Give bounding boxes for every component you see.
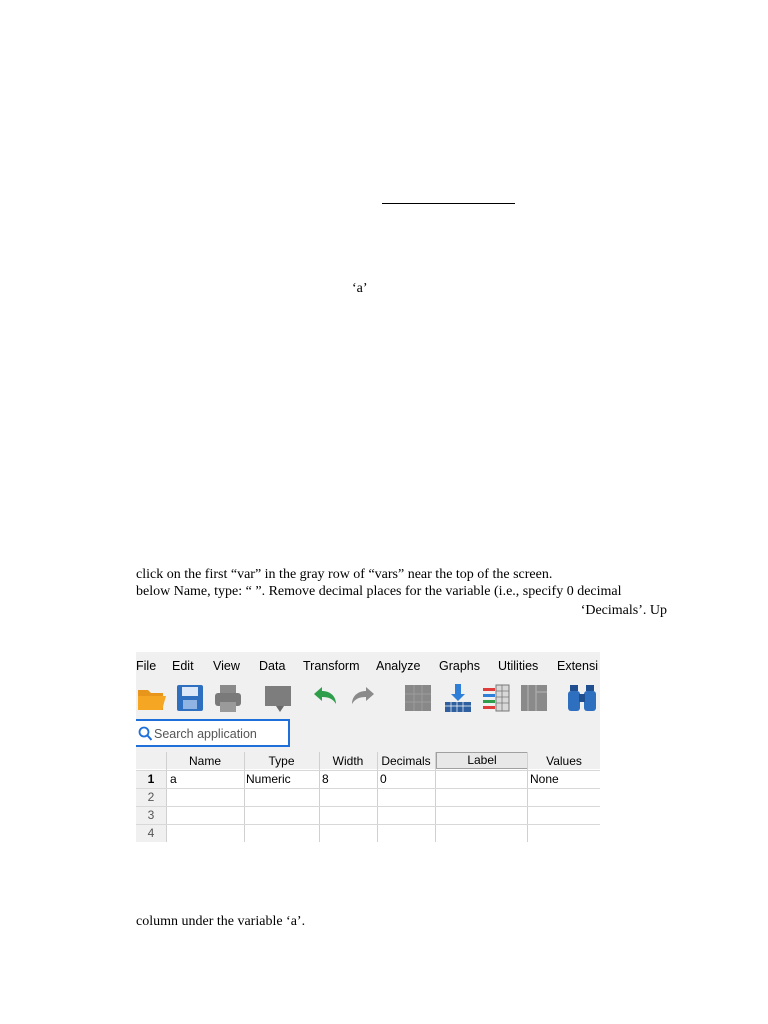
grid-line — [319, 752, 320, 842]
instruction-line-2: below Name, type: “ ”. Remove decimal pl… — [136, 584, 622, 599]
dialog-recall-icon[interactable] — [262, 682, 294, 714]
grid-line — [136, 788, 600, 789]
grid-line — [527, 752, 528, 842]
grid-line — [244, 752, 245, 842]
variable-grid: Name Type Width Decimals Label Values 1 … — [136, 752, 600, 842]
undo-icon[interactable] — [308, 682, 340, 714]
toolbar — [136, 682, 600, 716]
save-icon[interactable] — [174, 682, 206, 714]
grid-line — [136, 824, 600, 825]
row-label-3[interactable]: 3 — [136, 807, 166, 824]
cell-name[interactable]: a — [170, 772, 177, 786]
column-header-name[interactable]: Name — [166, 754, 244, 768]
search-icon — [138, 726, 152, 741]
search-input[interactable]: Search application — [136, 719, 290, 747]
search-placeholder: Search application — [154, 727, 257, 741]
grid-line — [166, 752, 167, 842]
variables-icon[interactable] — [480, 682, 512, 714]
column-header-width[interactable]: Width — [319, 754, 377, 768]
menu-file[interactable]: File — [136, 659, 156, 673]
column-header-type[interactable]: Type — [244, 754, 319, 768]
menu-extensions[interactable]: Extensi — [557, 659, 598, 673]
grid-line — [136, 806, 600, 807]
menu-data[interactable]: Data — [259, 659, 285, 673]
goto-variable-icon[interactable] — [442, 682, 474, 714]
open-folder-icon[interactable] — [136, 682, 168, 714]
menu-bar: File Edit View Data Transform Analyze Gr… — [136, 657, 600, 675]
grid-line — [377, 752, 378, 842]
column-header-values[interactable]: Values — [528, 754, 600, 768]
menu-view[interactable]: View — [213, 659, 240, 673]
grid-line — [136, 770, 600, 771]
menu-edit[interactable]: Edit — [172, 659, 194, 673]
cell-width[interactable]: 8 — [322, 772, 329, 786]
menu-graphs[interactable]: Graphs — [439, 659, 480, 673]
menu-transform[interactable]: Transform — [303, 659, 360, 673]
column-header-decimals[interactable]: Decimals — [377, 754, 435, 768]
instruction-line-3: ‘Decimals’. Up — [580, 603, 667, 618]
run-descriptives-icon[interactable] — [518, 682, 550, 714]
find-icon[interactable] — [566, 682, 598, 714]
cell-decimals[interactable]: 0 — [380, 772, 387, 786]
spss-variable-view-screenshot: File Edit View Data Transform Analyze Gr… — [136, 652, 600, 842]
instruction-line-4: column under the variable ‘a’. — [136, 914, 306, 929]
menu-analyze[interactable]: Analyze — [376, 659, 420, 673]
row-label-2[interactable]: 2 — [136, 789, 166, 806]
grid-line — [435, 752, 436, 842]
column-header-label[interactable]: Label — [436, 752, 528, 769]
horizontal-rule — [382, 203, 515, 204]
instruction-line-1: click on the first “var” in the gray row… — [136, 567, 553, 582]
print-icon[interactable] — [212, 682, 244, 714]
menu-utilities[interactable]: Utilities — [498, 659, 538, 673]
cell-values[interactable]: None — [530, 772, 559, 786]
row-label-1[interactable]: 1 — [136, 771, 166, 788]
grid-header: Name Type Width Decimals Label Values — [136, 752, 600, 769]
goto-case-icon[interactable] — [402, 682, 434, 714]
row-label-4[interactable]: 4 — [136, 825, 166, 842]
variable-name-quote: ‘a’ — [352, 281, 368, 296]
cell-type[interactable]: Numeric — [246, 772, 291, 786]
redo-icon[interactable] — [348, 682, 380, 714]
